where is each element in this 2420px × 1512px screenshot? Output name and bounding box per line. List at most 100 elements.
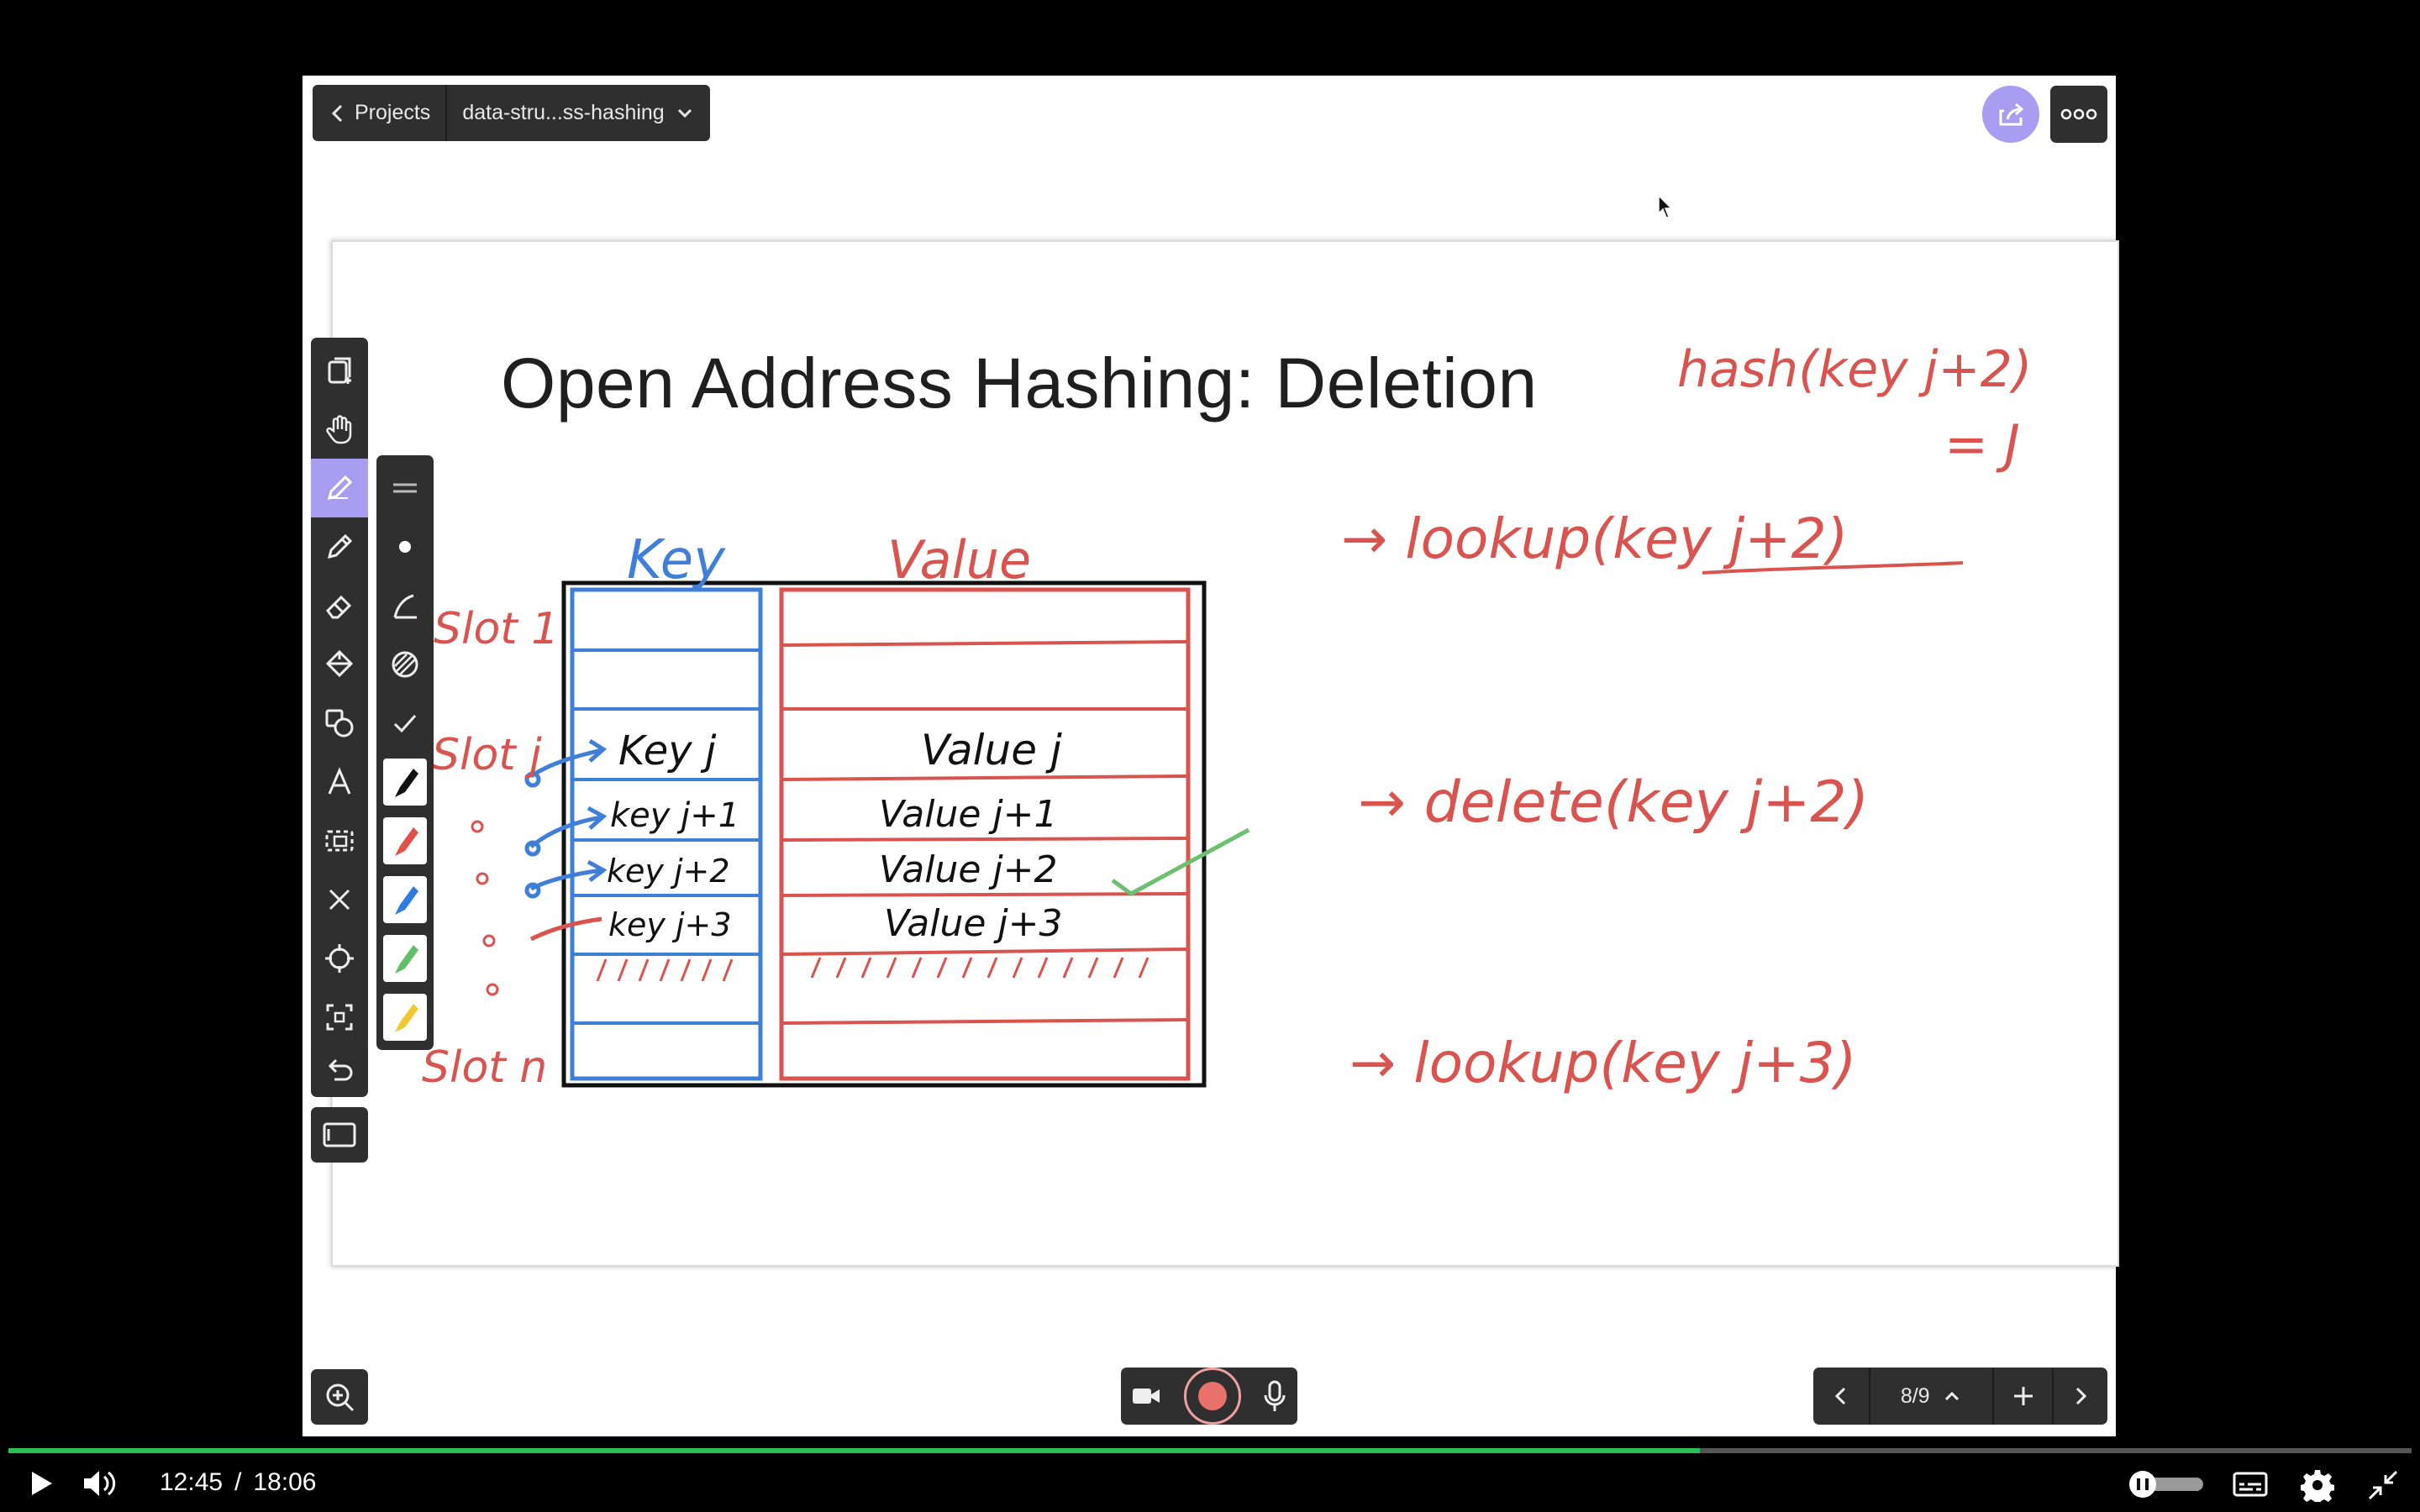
options-menu-button[interactable] [376, 459, 434, 517]
value-cell: Value j [921, 726, 1062, 774]
undo-icon [328, 1058, 353, 1081]
page-indicator[interactable]: 8/9 [1868, 1368, 1992, 1425]
stroke-size-button[interactable] [376, 517, 434, 576]
hash-table-drawing [471, 580, 1250, 1088]
fill-tool-button[interactable] [311, 635, 368, 694]
slot-label: Slot 1 [434, 604, 559, 654]
laser-pointer-button[interactable] [311, 929, 368, 988]
laser-icon [325, 944, 354, 973]
hash-result-annotation: = J [1944, 413, 2020, 475]
copy-add-button[interactable] [311, 341, 368, 400]
opacity-button[interactable] [376, 635, 434, 694]
eraser-icon [326, 595, 352, 619]
record-button[interactable] [1183, 1368, 1241, 1425]
eraser-tool-button[interactable] [311, 576, 368, 635]
swatch-blue[interactable] [376, 870, 434, 929]
zoom-in-icon [326, 1383, 355, 1412]
value-header: Value [887, 529, 1031, 591]
settings-button[interactable] [2301, 1468, 2334, 1502]
undo-button[interactable] [311, 1042, 368, 1097]
confirm-button[interactable] [376, 694, 434, 753]
share-button[interactable] [1982, 86, 2039, 143]
share-icon [1999, 102, 2024, 126]
text-tool-button[interactable] [311, 753, 368, 811]
project-name: data-stru...ss-hashing [462, 101, 665, 124]
swatch-yellow[interactable] [376, 988, 434, 1047]
key-cell: key j+1 [610, 796, 739, 835]
opacity-icon [392, 651, 418, 678]
shapes-icon [325, 709, 354, 738]
marker-yellow-icon [395, 1004, 418, 1032]
pen-icon [327, 475, 353, 501]
key-cell: key j+3 [608, 906, 732, 943]
exit-fullscreen-button[interactable] [2366, 1468, 2400, 1502]
slide-frame-button[interactable] [311, 1107, 368, 1163]
captions-button[interactable] [2232, 1470, 2269, 1499]
select-tool-button[interactable] [311, 811, 368, 870]
pen-tool-button[interactable] [311, 459, 368, 517]
zoom-button[interactable] [311, 1369, 368, 1425]
mouse-cursor-icon [1658, 195, 1673, 218]
time-display: 12:45 / 18:06 [160, 1468, 317, 1497]
text-icon [328, 767, 351, 795]
lookup-annotation: → lookup(key j+2) [1341, 507, 1848, 571]
pen-options-panel [376, 455, 434, 1050]
screenshot-button[interactable] [311, 988, 368, 1047]
whiteboard-app: Projects data-stru...ss-hashing Open Add… [302, 76, 2119, 1436]
record-icon [1197, 1382, 1227, 1410]
progress-bar[interactable] [8, 1448, 2412, 1453]
marker-red-icon [395, 827, 418, 856]
key-cell: Key j [618, 727, 717, 774]
exit-fullscreen-icon [2368, 1470, 2398, 1500]
stroke-style-button[interactable] [376, 576, 434, 635]
microphone-icon[interactable] [1262, 1379, 1287, 1413]
swatch-green[interactable] [376, 929, 434, 988]
value-cell: Value j+3 [884, 902, 1063, 945]
slide-canvas[interactable]: Open Address Hashing: Deletion Key Value… [331, 240, 2119, 1267]
clear-button[interactable] [311, 870, 368, 929]
plus-icon [2013, 1387, 2033, 1405]
autoplay-toggle[interactable] [2128, 1470, 2208, 1499]
more-options-button[interactable] [2050, 86, 2107, 143]
value-cell: Value j+2 [879, 848, 1058, 891]
current-time: 12:45 [160, 1468, 224, 1496]
captions-icon [2233, 1472, 2268, 1497]
pencil-icon [327, 533, 353, 559]
project-selector[interactable]: data-stru...ss-hashing [445, 85, 709, 141]
add-page-button[interactable] [1991, 1368, 2053, 1425]
menu-lines-icon [393, 483, 417, 493]
swatch-black[interactable] [376, 753, 434, 811]
shapes-tool-button[interactable] [311, 694, 368, 753]
chevron-up-icon [1944, 1391, 1959, 1401]
copy-add-icon [328, 357, 351, 384]
prev-page-button[interactable] [1813, 1368, 1869, 1425]
swatch-red[interactable] [376, 811, 434, 870]
hand-icon [326, 415, 352, 444]
more-dots-icon [2060, 108, 2097, 120]
fill-icon [325, 649, 354, 678]
screenshot-icon [326, 1004, 353, 1031]
pencil-tool-button[interactable] [311, 517, 368, 576]
frame-icon [323, 1122, 356, 1147]
page-number: 8/9 [1900, 1383, 1930, 1408]
back-to-projects-button[interactable]: Projects [313, 85, 445, 141]
chevron-left-icon [331, 104, 343, 122]
key-header: Key [627, 529, 726, 591]
volume-button[interactable] [81, 1467, 119, 1500]
hand-tool-button[interactable] [311, 400, 368, 459]
volume-icon [84, 1471, 116, 1496]
next-page-button[interactable] [2052, 1368, 2107, 1425]
pause-toggle-icon [2129, 1471, 2203, 1498]
lookup-annotation: → lookup(key j+3) [1349, 1031, 1856, 1095]
play-button[interactable] [24, 1467, 57, 1500]
close-icon [329, 889, 350, 911]
camera-icon[interactable] [1131, 1383, 1163, 1409]
page-navigator: 8/9 [1813, 1368, 2107, 1425]
gear-icon [2301, 1470, 2334, 1502]
value-cell: Value j+1 [879, 793, 1058, 836]
recording-controls [1121, 1368, 1297, 1425]
dot-icon [399, 541, 411, 553]
play-icon [32, 1472, 52, 1495]
handwriting-layer: Key Value Slot 1 Slot j Slot n Key j Val… [422, 340, 2032, 1095]
duration: 18:06 [253, 1468, 317, 1496]
